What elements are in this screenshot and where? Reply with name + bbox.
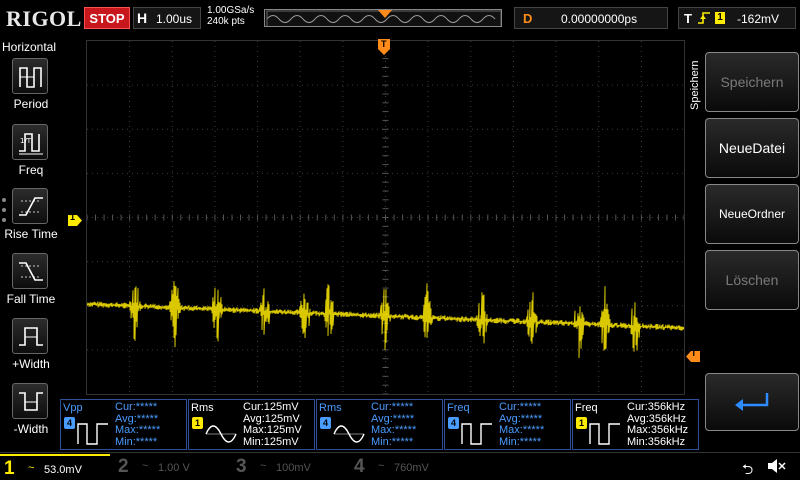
measure-freq[interactable]: 1/T Freq	[0, 124, 62, 184]
channel-1-tab[interactable]: 1 ~ 53.0mV	[0, 454, 110, 480]
new-folder-button[interactable]: NeueOrdner	[705, 184, 799, 244]
rising-edge-icon	[698, 12, 710, 24]
measurement-channel-badge: 4	[64, 417, 75, 429]
svg-text:1/T: 1/T	[20, 137, 32, 145]
acquisition-info: 1.00GSa/s 240k pts	[207, 5, 254, 27]
speaker-muted-icon[interactable]	[766, 458, 786, 474]
measurement-channel-badge: 4	[448, 417, 459, 429]
measurement-2[interactable]: Rms 4 Cur:***** Avg:***** Max:***** Min:*****	[316, 399, 443, 450]
menu-tab: Speichern	[689, 60, 701, 110]
neg-width-icon	[12, 383, 48, 419]
coupling-ac-icon: ~	[260, 460, 267, 472]
enter-button[interactable]	[705, 373, 799, 431]
measurement-max: Max:125mV	[243, 424, 302, 436]
measurement-sine-icon	[333, 425, 365, 443]
trigger-box[interactable]: T 1 -162mV	[678, 7, 796, 29]
period-icon	[12, 58, 48, 94]
sample-rate: 1.00GSa/s	[207, 5, 255, 16]
trigger-position-icon	[378, 10, 392, 18]
measurement-4[interactable]: Freq 1 Cur:356kHz Avg:356kHz Max:356kHz Min:3…	[572, 399, 699, 450]
measurement-1[interactable]: Rms 1 Cur:125mV Avg:125mV Max:125mV Min:125mV	[188, 399, 315, 450]
channel-4-tab[interactable]: 4 ~ 760mV	[350, 454, 464, 480]
softkey-menu: Speichern Speichern NeueDatei NeueOrdner…	[687, 38, 800, 450]
measurement-name: Freq	[575, 402, 598, 414]
brand-logo: RIGOL	[6, 6, 82, 31]
measurement-channel-badge: 1	[192, 417, 203, 429]
memory-overview-strip[interactable]	[264, 9, 502, 27]
freq-icon: 1/T	[12, 124, 48, 160]
delay-value: 0.00000000ps	[561, 12, 638, 26]
trigger-position-marker[interactable]: T	[378, 39, 390, 55]
measurement-0[interactable]: Vpp 4 Cur:***** Avg:***** Max:***** Min:*****	[60, 399, 187, 450]
coupling-ac-icon: ~	[142, 460, 149, 472]
measurement-min: Min:*****	[499, 435, 542, 448]
measurement-cur: Cur:*****	[499, 401, 542, 413]
measurement-max: Max:*****	[371, 424, 417, 436]
measurement-min: Min:125mV	[243, 435, 299, 448]
measurement-name: Rms	[319, 402, 342, 414]
pos-width-icon	[12, 318, 48, 354]
measure-neg-width[interactable]: -Width	[0, 383, 62, 443]
new-file-button[interactable]: NeueDatei	[705, 118, 799, 178]
channel-3-tab[interactable]: 3 ~ 100mV	[232, 454, 346, 480]
measure-pos-width[interactable]: +Width	[0, 318, 62, 378]
fall-time-icon	[12, 253, 48, 289]
coupling-ac-icon: ~	[378, 460, 385, 472]
trigger-level-value: -162mV	[737, 12, 780, 26]
timebase-value: 1.00us	[156, 12, 193, 26]
measurement-max: Max:356kHz	[627, 424, 689, 436]
coupling-ac-icon: ~	[28, 462, 35, 474]
horizontal-label: H	[137, 10, 148, 26]
measurement-cur: Cur:125mV	[243, 401, 299, 413]
measurement-cur: Cur:*****	[371, 401, 414, 413]
save-button[interactable]: Speichern	[705, 52, 799, 112]
trigger-source-badge: 1	[715, 12, 725, 24]
enter-icon	[735, 393, 769, 411]
delay-label: D	[523, 11, 533, 26]
measurement-pulse-icon	[589, 423, 620, 445]
measurement-name: Freq	[447, 402, 470, 414]
measure-menu: Horizontal Period 1/T Freq Rise Time Fal…	[0, 38, 62, 450]
measure-rise-time[interactable]: Rise Time	[0, 188, 62, 248]
usb-icon: ⮌	[742, 461, 754, 477]
memory-depth: 240k pts	[207, 16, 245, 27]
measure-fall-time[interactable]: Fall Time	[0, 253, 62, 313]
measurement-min: Min:*****	[115, 435, 158, 448]
waveform-grid	[86, 40, 685, 395]
waveform-display[interactable]	[86, 40, 685, 395]
rise-time-icon	[12, 188, 48, 224]
measure-period[interactable]: Period	[0, 58, 62, 118]
measurement-max: Max:*****	[499, 424, 545, 436]
channel-bar: 1 ~ 53.0mV 2 ~ 1.00 V 3 ~ 100mV 4 ~ 760m…	[0, 452, 800, 480]
measurement-name: Rms	[191, 402, 214, 414]
measurement-channel-badge: 1	[576, 417, 587, 429]
measurement-sine-icon	[205, 425, 237, 443]
measurement-cur: Cur:*****	[115, 401, 158, 413]
top-status-bar: RIGOL STOP H 1.00us 1.00GSa/s 240k pts D…	[0, 0, 800, 36]
ch1-offset-marker[interactable]: 1	[68, 212, 82, 226]
measure-menu-title: Horizontal	[2, 40, 57, 54]
trigger-label: T	[684, 11, 692, 26]
timebase-box[interactable]: H 1.00us	[133, 7, 201, 29]
measurement-pulse-icon	[77, 423, 108, 445]
measurement-channel-badge: 4	[320, 417, 331, 429]
run-stop-indicator[interactable]: STOP	[84, 7, 130, 29]
measurement-name: Vpp	[63, 402, 83, 414]
measurement-pulse-icon	[461, 423, 492, 445]
measurement-min: Min:*****	[371, 435, 414, 448]
delay-box[interactable]: D 0.00000000ps	[514, 7, 668, 29]
measurement-min: Min:356kHz	[627, 435, 686, 448]
channel-2-tab[interactable]: 2 ~ 1.00 V	[114, 454, 228, 480]
measurement-cur: Cur:356kHz	[627, 401, 686, 413]
delete-button[interactable]: Löschen	[705, 250, 799, 310]
measurement-3[interactable]: Freq 4 Cur:***** Avg:***** Max:***** Min:****…	[444, 399, 571, 450]
measurement-max: Max:*****	[115, 424, 161, 436]
